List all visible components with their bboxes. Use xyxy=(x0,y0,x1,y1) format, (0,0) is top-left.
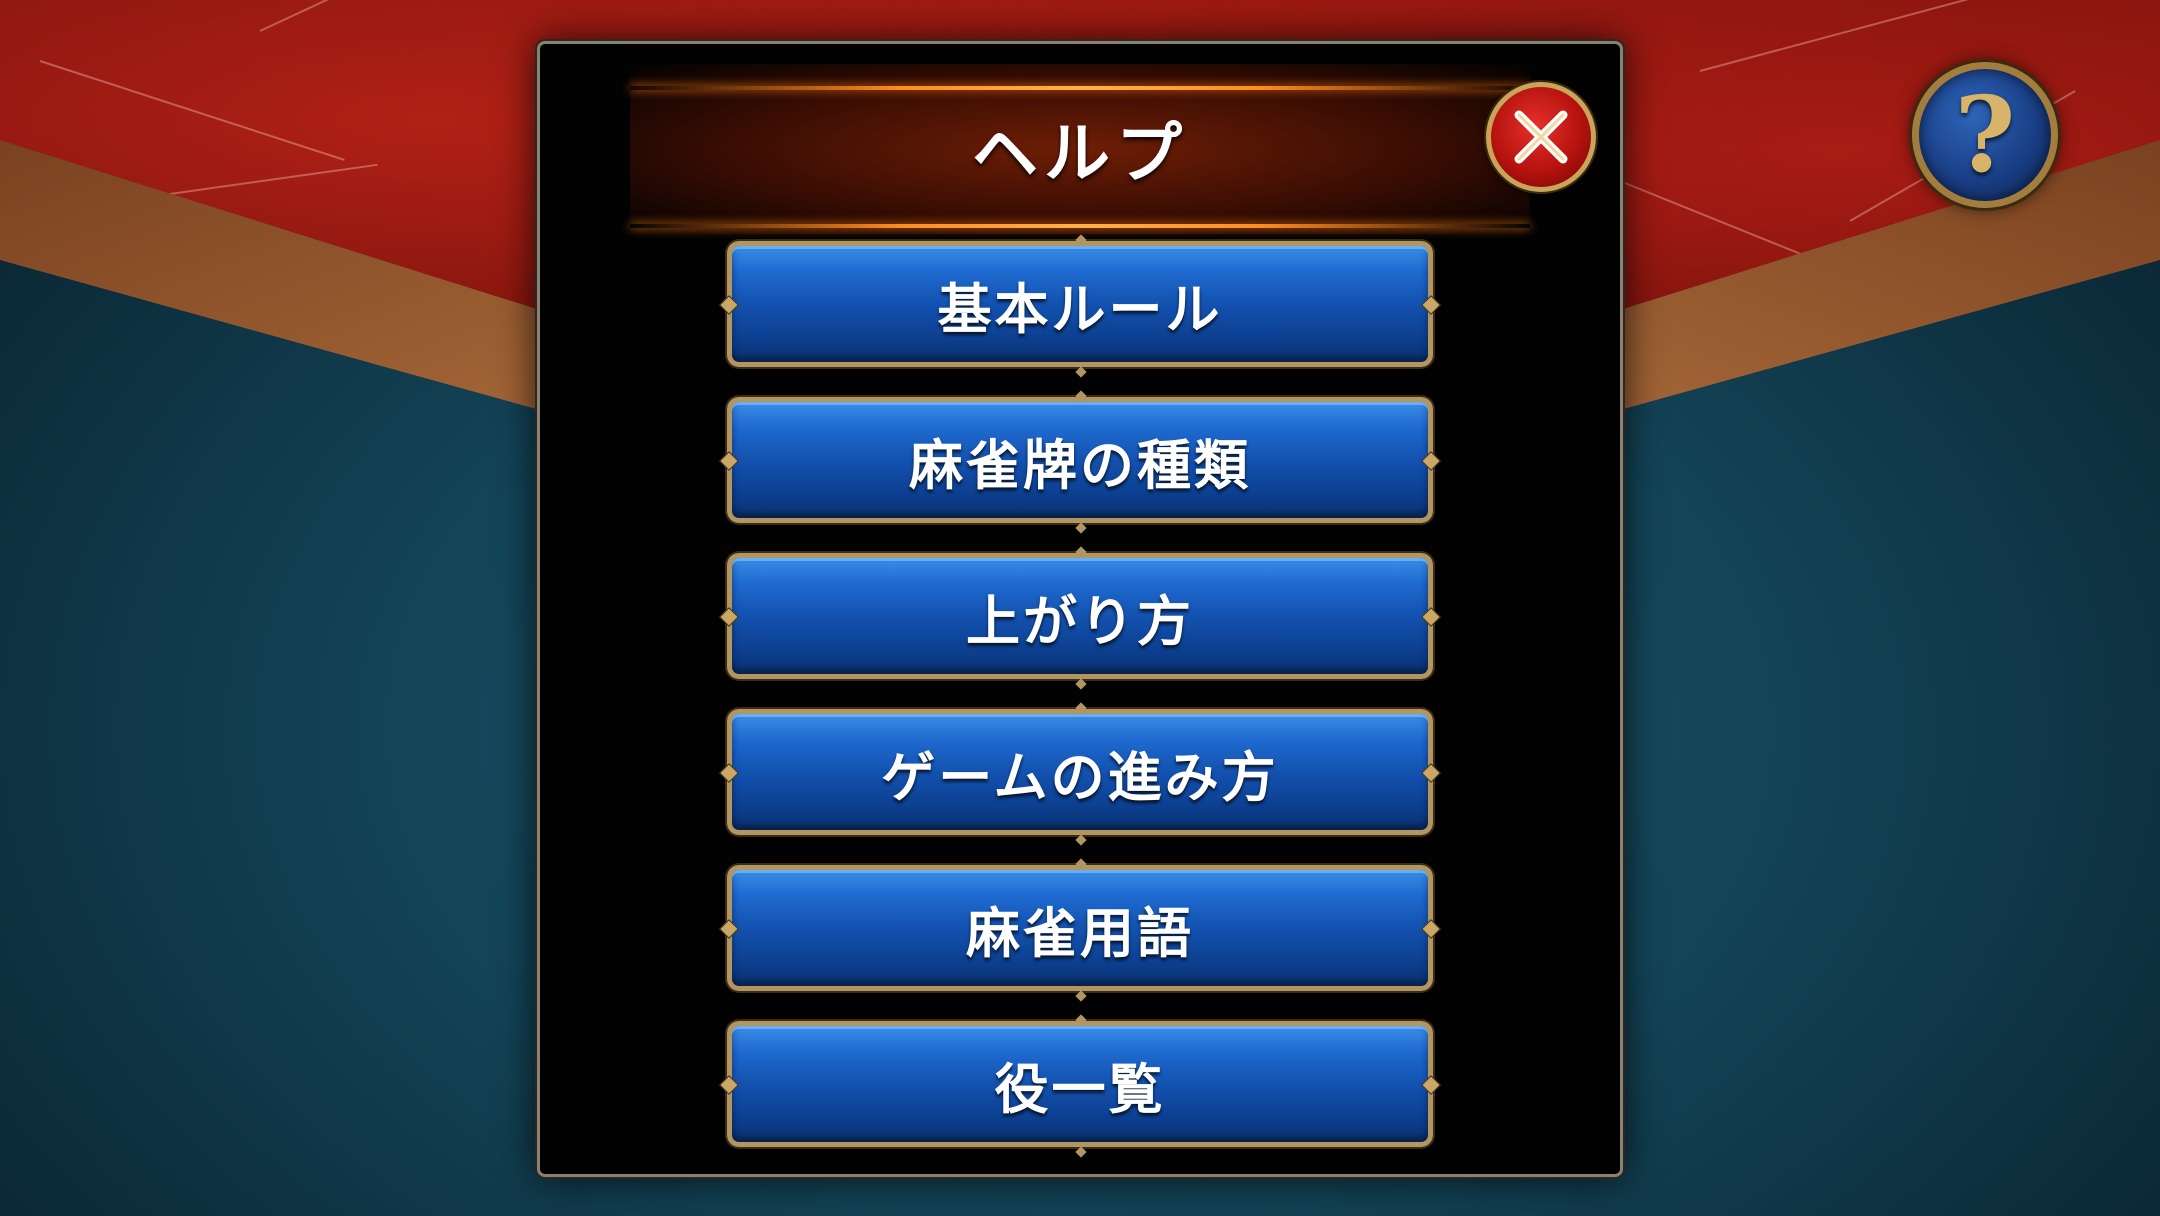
menu-button-game-flow[interactable]: ゲームの進み方 xyxy=(719,709,1441,835)
connector-ornament xyxy=(1075,678,1087,690)
header-top-line xyxy=(630,86,1530,90)
close-x-icon xyxy=(1514,110,1568,164)
menu-button-how-to-win[interactable]: 上がり方 xyxy=(719,553,1441,679)
help-button[interactable]: ? xyxy=(1912,62,2058,208)
dialog-header: ヘルプ xyxy=(630,64,1530,234)
menu-button-tile-types[interactable]: 麻雀牌の種類 xyxy=(719,397,1441,523)
menu-button-label: 上がり方 xyxy=(966,589,1194,653)
menu-button-glossary[interactable]: 麻雀用語 xyxy=(719,865,1441,991)
help-dialog: ヘルプ 基本ルール 麻雀牌の種類 上がり方 ゲームの進み方 麻雀用語 役一覧 xyxy=(537,41,1623,1177)
menu-button-label: 麻雀用語 xyxy=(966,901,1194,965)
question-mark-icon: ? xyxy=(1954,73,2016,196)
menu-button-label: 基本ルール xyxy=(937,277,1223,341)
header-bottom-line xyxy=(630,224,1530,228)
dialog-title: ヘルプ xyxy=(972,115,1188,192)
connector-ornament xyxy=(1075,522,1087,534)
menu-button-label: 麻雀牌の種類 xyxy=(909,433,1251,497)
connector-ornament xyxy=(1075,990,1087,1002)
game-screen: ? ヘルプ 基本ルール 麻雀牌の種類 上がり方 ゲームの進み方 麻雀用語 役一覧 xyxy=(0,0,2160,1216)
connector-ornament xyxy=(1075,834,1087,846)
connector-ornament xyxy=(1075,1146,1087,1158)
connector-ornament xyxy=(1075,366,1087,378)
menu-button-label: 役一覧 xyxy=(994,1057,1166,1121)
menu-button-yaku-list[interactable]: 役一覧 xyxy=(719,1021,1441,1147)
close-button[interactable] xyxy=(1486,82,1596,192)
menu-button-basic-rules[interactable]: 基本ルール xyxy=(719,241,1441,367)
menu-button-label: ゲームの進み方 xyxy=(881,745,1279,809)
